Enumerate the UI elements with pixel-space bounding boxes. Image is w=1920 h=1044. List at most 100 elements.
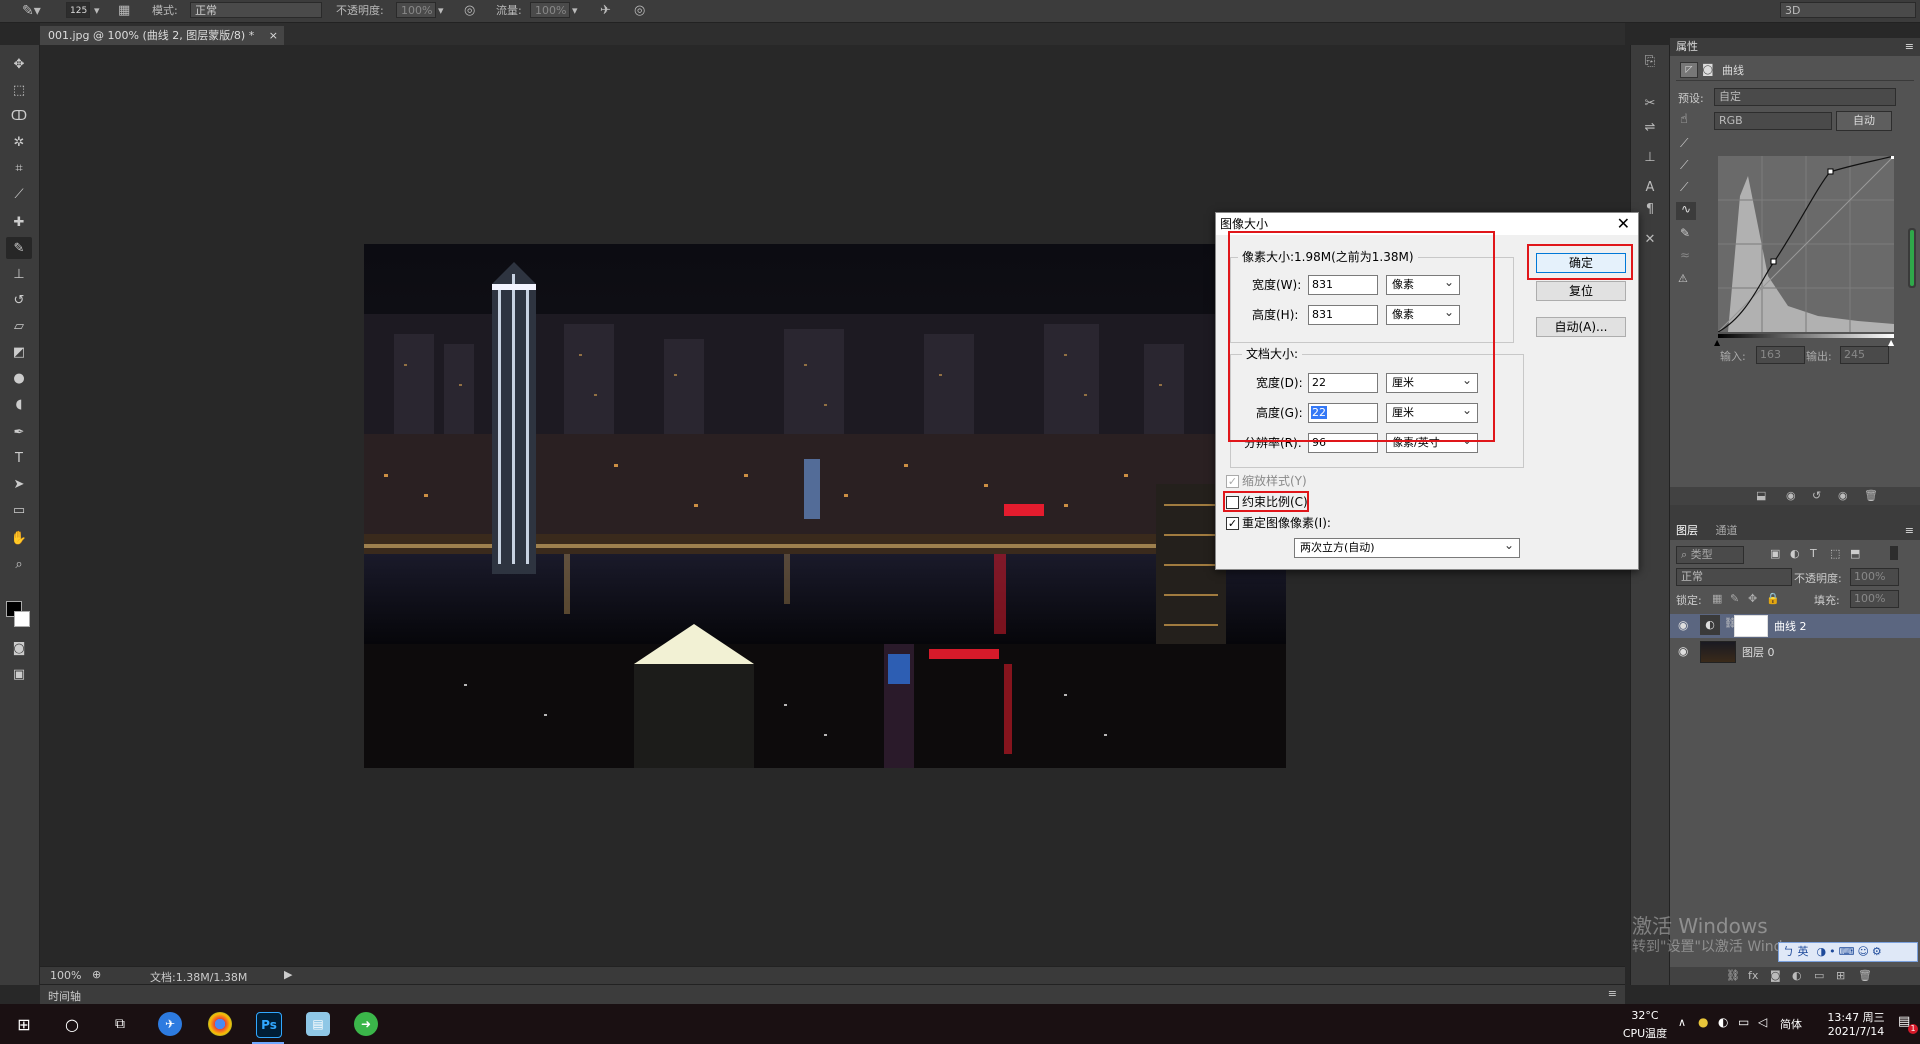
- task-view-icon[interactable]: ⧉: [108, 1012, 132, 1036]
- notepad-app-icon[interactable]: ▤: [306, 1012, 330, 1036]
- screen-mode-icon[interactable]: ▣: [6, 663, 32, 685]
- lock-transparency-icon[interactable]: ▦: [1712, 592, 1722, 605]
- opacity-dropdown-icon[interactable]: ▾: [438, 3, 444, 19]
- opacity-input[interactable]: 100%: [396, 2, 436, 18]
- clock-date[interactable]: 2021/7/14: [1820, 1025, 1892, 1038]
- sample-black-eyedropper-icon[interactable]: ⟋: [1680, 136, 1688, 151]
- new-layer-icon[interactable]: ⊞: [1836, 969, 1845, 982]
- brush-size-picker[interactable]: 125: [66, 2, 90, 18]
- channel-select[interactable]: RGB: [1714, 112, 1832, 130]
- pen-tool-icon[interactable]: ✒: [6, 421, 32, 443]
- blur-tool-icon[interactable]: ●: [6, 367, 32, 389]
- properties-scrollbar[interactable]: [1908, 228, 1916, 288]
- lasso-tool-icon[interactable]: ↀ: [6, 105, 32, 127]
- clock-time[interactable]: 13:47 周三: [1820, 1009, 1892, 1025]
- blend-mode-select[interactable]: 正常: [1676, 568, 1792, 586]
- photoshop-app-icon[interactable]: Ps: [256, 1012, 282, 1038]
- search-icon[interactable]: ○: [60, 1012, 84, 1036]
- status-info-icon[interactable]: ⊕: [92, 968, 101, 981]
- panel-menu-icon[interactable]: ≡: [1905, 38, 1914, 56]
- hand-tool-icon[interactable]: ✋: [6, 527, 32, 549]
- curves-graph[interactable]: [1718, 156, 1894, 332]
- layer-filter-select[interactable]: ⌕ 类型: [1676, 546, 1744, 564]
- brush-size-dropdown-icon[interactable]: ▾: [94, 3, 100, 19]
- filter-shape-icon[interactable]: ⬚: [1830, 547, 1840, 560]
- delete-adjustment-icon[interactable]: 🗑: [1864, 489, 1878, 502]
- tray-app-icon[interactable]: ●: [1698, 1015, 1708, 1029]
- character-panel-icon[interactable]: A: [1639, 179, 1661, 197]
- layer-visibility-eye-icon[interactable]: ◉: [1678, 618, 1688, 632]
- add-mask-icon[interactable]: ◙: [1770, 969, 1781, 982]
- airbrush-icon[interactable]: ✈: [600, 3, 611, 19]
- type-tool-icon[interactable]: T: [6, 447, 32, 469]
- brush-panel-icon[interactable]: ▦: [118, 3, 130, 19]
- curves-auto-button[interactable]: 自动: [1836, 111, 1892, 131]
- path-selection-tool-icon[interactable]: ➤: [6, 473, 32, 495]
- filter-adjustment-icon[interactable]: ◐: [1790, 547, 1800, 560]
- layer-opacity-input[interactable]: 100%: [1850, 568, 1899, 586]
- background-color-swatch[interactable]: [14, 611, 30, 627]
- brush-tool-icon[interactable]: ✎: [6, 237, 32, 259]
- lock-all-icon[interactable]: 🔒: [1766, 592, 1780, 605]
- output-value-field[interactable]: 245: [1840, 346, 1889, 364]
- pressure-size-icon[interactable]: ◎: [634, 3, 645, 19]
- pressure-opacity-icon[interactable]: ◎: [464, 3, 475, 19]
- quick-mask-icon[interactable]: ◙: [6, 637, 32, 659]
- adjustments-panel-icon[interactable]: ⇌: [1639, 119, 1661, 137]
- eyedropper-tool-icon[interactable]: ⟋: [6, 183, 32, 205]
- layers-tab[interactable]: 图层: [1676, 524, 1698, 537]
- marquee-tool-icon[interactable]: ⬚: [6, 79, 32, 101]
- close-tab-icon[interactable]: ×: [269, 26, 278, 46]
- timeline-menu-icon[interactable]: ≡: [1608, 987, 1617, 1000]
- network-icon[interactable]: ▭: [1738, 1015, 1749, 1029]
- chrome-app-icon[interactable]: [208, 1012, 232, 1036]
- resample-method-select[interactable]: 两次立方(自动): [1294, 536, 1520, 558]
- close-dialog-icon[interactable]: ✕: [1617, 213, 1630, 235]
- auto-button[interactable]: 自动(A)...: [1536, 317, 1626, 337]
- brush-tool-icon[interactable]: ✎▾: [22, 3, 41, 19]
- channels-tab[interactable]: 通道: [1716, 524, 1738, 537]
- magic-wand-tool-icon[interactable]: ✲: [6, 131, 32, 153]
- eraser-tool-icon[interactable]: ▱: [6, 315, 32, 337]
- windows-start-icon[interactable]: ⊞: [12, 1012, 36, 1036]
- crop-tool-icon[interactable]: ⌗: [6, 157, 32, 179]
- paragraph-panel-icon[interactable]: ¶: [1639, 201, 1661, 219]
- mask-icon[interactable]: ◙: [1702, 62, 1714, 76]
- clipping-warning-icon[interactable]: ⚠: [1678, 272, 1688, 285]
- rectangle-tool-icon[interactable]: ▭: [6, 499, 32, 521]
- volume-icon[interactable]: ◁: [1758, 1015, 1767, 1029]
- smooth-curve-icon[interactable]: ≈: [1680, 248, 1690, 262]
- properties-tab[interactable]: 属性 ≡: [1670, 38, 1920, 56]
- document-image[interactable]: [364, 244, 1286, 768]
- workspace-select[interactable]: 3D: [1780, 2, 1916, 18]
- filter-type-icon[interactable]: T: [1810, 547, 1817, 560]
- scale-styles-checkbox[interactable]: ✓: [1226, 475, 1239, 488]
- layer-row[interactable]: ◉ 图层 0: [1670, 640, 1920, 664]
- dodge-tool-icon[interactable]: ◖: [6, 393, 32, 415]
- mode-select[interactable]: 正常: [190, 2, 322, 18]
- reset-icon[interactable]: ↺: [1812, 489, 1821, 502]
- layers-menu-icon[interactable]: ≡: [1905, 522, 1914, 540]
- layer-mask-thumbnail[interactable]: [1734, 615, 1768, 637]
- clone-source-icon[interactable]: ⊥: [1639, 149, 1661, 167]
- fill-input[interactable]: 100%: [1850, 590, 1899, 608]
- layer-visibility-eye-icon[interactable]: ◉: [1678, 644, 1688, 658]
- paint-bucket-tool-icon[interactable]: ◩: [6, 341, 32, 363]
- lock-position-icon[interactable]: ✥: [1748, 592, 1757, 605]
- resample-checkbox[interactable]: ✓: [1226, 517, 1239, 530]
- layer-style-fx-icon[interactable]: fx: [1748, 969, 1758, 982]
- new-group-icon[interactable]: ▭: [1814, 969, 1824, 982]
- green-app-icon[interactable]: ➜: [354, 1012, 378, 1036]
- target-adjust-hand-icon[interactable]: ☝: [1680, 112, 1688, 127]
- status-menu-arrow-icon[interactable]: ▶: [284, 968, 292, 981]
- tray-app2-icon[interactable]: ◐: [1718, 1015, 1728, 1029]
- reset-button[interactable]: 复位: [1536, 281, 1626, 301]
- ime-toolbar[interactable]: ㄅ 英 ◑•⌨☺⚙: [1778, 942, 1918, 962]
- input-value-field[interactable]: 163: [1756, 346, 1805, 364]
- history-brush-tool-icon[interactable]: ↺: [6, 289, 32, 311]
- move-tool-icon[interactable]: ✥: [6, 53, 32, 75]
- toggle-visibility-preview-icon[interactable]: ◉: [1786, 489, 1796, 502]
- curve-point-tool-icon[interactable]: ∿: [1676, 202, 1696, 220]
- flow-dropdown-icon[interactable]: ▾: [572, 3, 578, 19]
- lock-pixels-icon[interactable]: ✎: [1730, 592, 1739, 605]
